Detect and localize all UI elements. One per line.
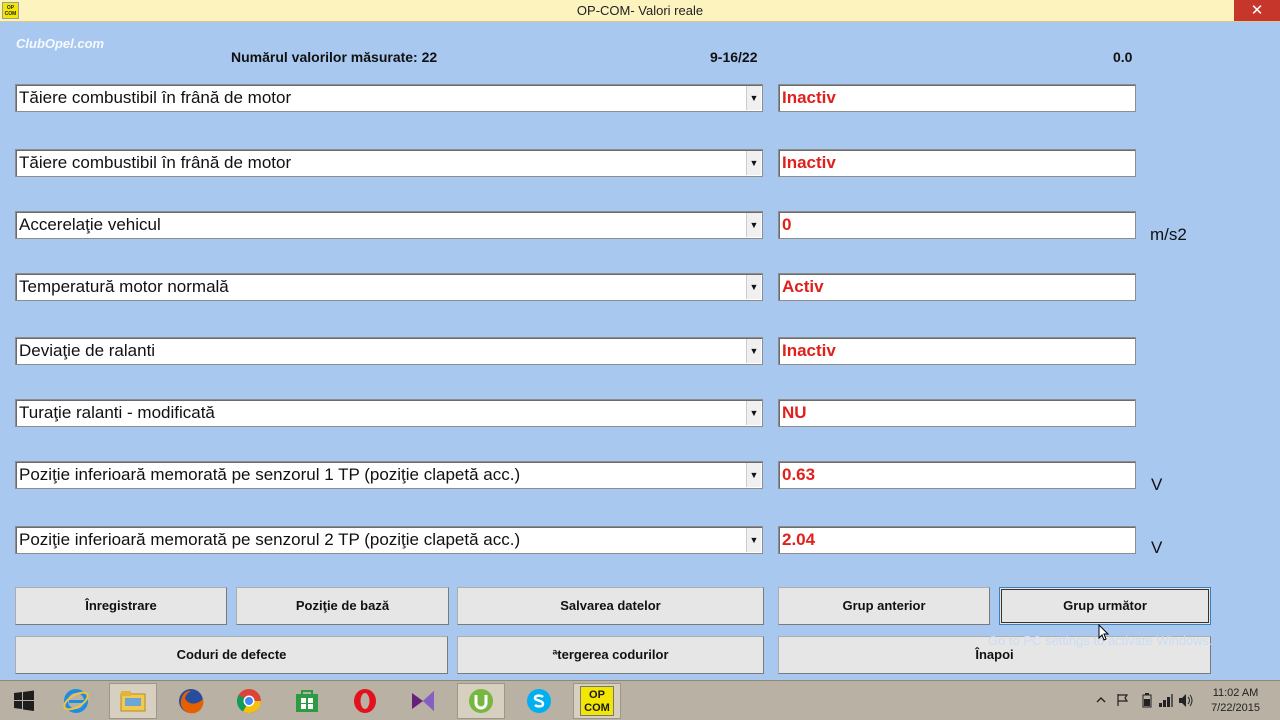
skype-icon[interactable] <box>515 683 563 719</box>
mouse-cursor-icon <box>1098 624 1110 641</box>
store-icon[interactable] <box>283 683 331 719</box>
chevron-down-icon[interactable]: ▼ <box>746 86 761 110</box>
utorrent-icon[interactable] <box>457 683 505 719</box>
value-field-7: 0.63 <box>778 461 1136 489</box>
opcom-label-bottom: COM <box>584 702 610 714</box>
clock-date: 7/22/2015 <box>1211 702 1260 714</box>
chrome-icon[interactable] <box>225 683 273 719</box>
chevron-down-icon[interactable]: ▼ <box>746 151 761 175</box>
opera-icon[interactable] <box>341 683 389 719</box>
next-group-button[interactable]: Grup următor <box>999 587 1211 625</box>
chevron-up-icon[interactable] <box>1096 695 1106 705</box>
title-bar: OP COM OP-COM- Valori reale ✕ <box>0 0 1280 22</box>
opcom-label-top: OP <box>589 689 605 701</box>
parameter-select-5[interactable]: Deviaţie de ralanti ▼ <box>15 337 763 365</box>
parameter-label: Poziţie inferioară memorată pe senzorul … <box>19 530 521 549</box>
unit-label-3: m/s2 <box>1150 225 1187 244</box>
parameter-label: Accerelaţie vehicul <box>19 215 161 234</box>
parameter-select-1[interactable]: Tăiere combustibil în frână de motor ▼ <box>15 84 763 112</box>
signal-icon[interactable] <box>1158 693 1174 708</box>
volume-icon[interactable] <box>1178 693 1194 708</box>
unit-label-8: V <box>1151 538 1163 557</box>
battery-icon[interactable] <box>1142 693 1152 708</box>
window-title: OP-COM- Valori reale <box>576 3 704 18</box>
value-field-8: 2.04 <box>778 526 1136 554</box>
parameter-select-2[interactable]: Tăiere combustibil în frână de motor ▼ <box>15 149 763 177</box>
visual-studio-icon[interactable] <box>399 683 447 719</box>
chevron-down-icon[interactable]: ▼ <box>746 401 761 425</box>
fault-codes-button[interactable]: Coduri de defecte <box>15 636 448 674</box>
value-field-1: Inactiv <box>778 84 1136 112</box>
taskbar: OP COM 11:02 AM 7/22/2015 <box>0 680 1280 720</box>
base-position-button[interactable]: Poziţie de bază <box>236 587 449 625</box>
flag-icon[interactable] <box>1116 693 1130 707</box>
parameter-select-7[interactable]: Poziţie inferioară memorată pe senzorul … <box>15 461 763 489</box>
parameter-label: Deviaţie de ralanti <box>19 341 156 360</box>
parameter-label: Tăiere combustibil în frână de motor <box>19 88 292 107</box>
file-explorer-icon[interactable] <box>109 683 157 719</box>
value-field-6: NU <box>778 399 1136 427</box>
parameter-select-3[interactable]: Accerelaţie vehicul ▼ <box>15 211 763 239</box>
save-data-button[interactable]: Salvarea datelor <box>457 587 764 625</box>
close-button[interactable]: ✕ <box>1234 0 1280 21</box>
firefox-icon[interactable] <box>167 683 215 719</box>
measurement-panel: ClubOpel.com Numărul valorilor măsurate:… <box>0 22 1280 680</box>
chevron-down-icon[interactable]: ▼ <box>746 463 761 487</box>
parameter-select-6[interactable]: Turaţie ralanti - modificată ▼ <box>15 399 763 427</box>
value-field-2: Inactiv <box>778 149 1136 177</box>
opcom-taskbar-button[interactable]: OP COM <box>573 683 621 719</box>
parameter-label: Poziţie inferioară memorată pe senzorul … <box>19 465 521 484</box>
unit-label-7: V <box>1151 475 1163 494</box>
chevron-down-icon[interactable]: ▼ <box>746 528 761 552</box>
previous-group-button[interactable]: Grup anterior <box>778 587 990 625</box>
watermark-logo: ClubOpel.com <box>16 36 105 51</box>
group-range-label: 9-16/22 <box>710 49 758 65</box>
internet-explorer-icon[interactable] <box>52 683 100 719</box>
measured-count-label: Numărul valorilor măsurate: 22 <box>231 49 438 65</box>
chevron-down-icon[interactable]: ▼ <box>746 339 761 363</box>
windows-start-icon[interactable] <box>0 683 48 719</box>
clear-codes-button[interactable]: ªtergerea codurilor <box>457 636 764 674</box>
chevron-down-icon[interactable]: ▼ <box>746 213 761 237</box>
value-field-4: Activ <box>778 273 1136 301</box>
clock-time: 11:02 AM <box>1212 687 1259 699</box>
clock[interactable]: 11:02 AM 7/22/2015 <box>1211 686 1260 716</box>
header-value-label: 0.0 <box>1113 49 1133 65</box>
chevron-down-icon[interactable]: ▼ <box>746 275 761 299</box>
value-field-3: 0 <box>778 211 1136 239</box>
parameter-select-4[interactable]: Temperatură motor normală ▼ <box>15 273 763 301</box>
parameter-label: Temperatură motor normală <box>19 277 229 296</box>
parameter-select-8[interactable]: Poziţie inferioară memorată pe senzorul … <box>15 526 763 554</box>
value-field-5: Inactiv <box>778 337 1136 365</box>
parameter-label: Tăiere combustibil în frână de motor <box>19 153 292 172</box>
record-button[interactable]: Înregistrare <box>15 587 227 625</box>
parameter-label: Turaţie ralanti - modificată <box>19 403 215 422</box>
